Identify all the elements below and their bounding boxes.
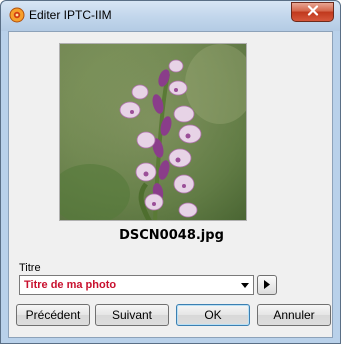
cancel-button[interactable]: Annuler xyxy=(257,304,331,326)
title-value: Titre de ma photo xyxy=(24,279,117,291)
title-bar[interactable]: Editer IPTC-IIM xyxy=(1,1,340,31)
title-combobox[interactable]: Titre de ma photo xyxy=(19,275,254,295)
photo-preview xyxy=(59,43,247,221)
photo-filename: DSCN0048.jpg xyxy=(119,228,224,243)
dialog-window: Editer IPTC-IIM DSCN0048.jpg Titre Titre… xyxy=(0,0,341,344)
app-icon xyxy=(9,7,25,23)
close-icon xyxy=(307,5,319,19)
dialog-body: DSCN0048.jpg Titre Titre de ma photo Pré… xyxy=(8,31,333,338)
window-title: Editer IPTC-IIM xyxy=(29,8,112,22)
next-button[interactable]: Suivant xyxy=(95,304,169,326)
previous-button[interactable]: Précédent xyxy=(16,304,90,326)
title-field-label: Titre xyxy=(19,262,41,274)
ok-button[interactable]: OK xyxy=(176,304,250,326)
play-icon xyxy=(264,278,270,292)
close-button[interactable] xyxy=(291,2,334,22)
chevron-down-icon[interactable] xyxy=(236,276,253,294)
insert-button[interactable] xyxy=(257,275,277,295)
